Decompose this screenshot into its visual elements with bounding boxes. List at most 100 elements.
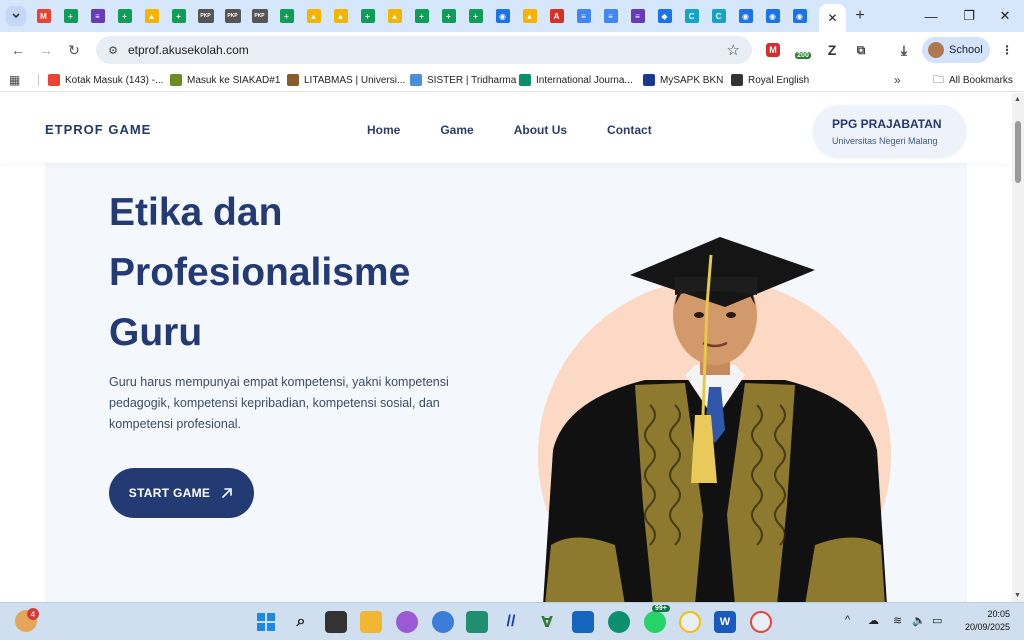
tab-16[interactable]: +: [462, 4, 489, 28]
ppg-badge[interactable]: PPG PRAJABATAN Universitas Negeri Malang: [813, 105, 966, 157]
page-scrollbar[interactable]: ▲ ▼: [1012, 93, 1024, 602]
scroll-up-icon[interactable]: ▲: [1014, 96, 1021, 103]
new-tab-button[interactable]: +: [851, 7, 869, 25]
bookmarks-overflow-icon[interactable]: »: [894, 72, 901, 88]
tab-drive-icon: ▲: [522, 9, 537, 23]
tab-25[interactable]: C: [705, 4, 732, 28]
store-icon[interactable]: [572, 611, 594, 633]
nav-link-game[interactable]: Game: [440, 123, 473, 137]
battery-icon[interactable]: ▭: [932, 614, 942, 627]
bookmark-item[interactable]: International Journa...: [519, 72, 633, 88]
bookmark-item[interactable]: LITABMAS | Universi...: [287, 72, 405, 88]
site-logo[interactable]: ETPROF GAME: [45, 122, 151, 137]
bookmark-item[interactable]: Kotak Masuk (143) -...: [48, 72, 163, 88]
web-page: ETPROF GAME Home Game About Us Contact P…: [0, 93, 1012, 602]
chrome-icon[interactable]: [679, 611, 701, 633]
all-bookmarks-button[interactable]: 🗀 All Bookmarks: [933, 72, 1013, 88]
bookmarks-divider: [38, 74, 39, 86]
bookmark-item[interactable]: Royal English: [731, 72, 809, 88]
tab-13[interactable]: ▲: [381, 4, 408, 28]
extensions-puzzle-icon[interactable]: ⧉: [852, 41, 870, 59]
tab-active[interactable]: ✕: [819, 4, 846, 32]
tab-5[interactable]: +: [165, 4, 192, 28]
bookmark-item[interactable]: SISTER | Tridharma: [410, 72, 516, 88]
task-view-icon[interactable]: [325, 611, 347, 633]
copilot-icon[interactable]: [396, 611, 418, 633]
close-window-button[interactable]: ✕: [986, 0, 1024, 32]
url-text[interactable]: etprof.akusekolah.com: [128, 43, 249, 57]
tab-6[interactable]: PKP: [192, 4, 219, 28]
tab-17[interactable]: ◉: [489, 4, 516, 28]
minimize-button[interactable]: —: [912, 0, 950, 32]
apps-grid-icon[interactable]: ▦: [9, 73, 20, 87]
globe-icon[interactable]: [432, 611, 454, 633]
tab-18[interactable]: ▲: [516, 4, 543, 28]
restore-button[interactable]: ❐: [950, 0, 988, 32]
tab-15[interactable]: +: [435, 4, 462, 28]
start-windows-icon[interactable]: [255, 611, 277, 633]
slash-app-icon[interactable]: //: [500, 611, 522, 633]
close-icon[interactable]: ✕: [827, 11, 837, 25]
tab-1[interactable]: +: [57, 4, 84, 28]
tab-14[interactable]: +: [408, 4, 435, 28]
file-explorer-icon[interactable]: [360, 611, 382, 633]
reload-button[interactable]: ↻: [65, 41, 83, 59]
chrome-icon[interactable]: [750, 611, 772, 633]
tab-3[interactable]: +: [111, 4, 138, 28]
profile-button[interactable]: School: [922, 37, 990, 63]
tab-19[interactable]: A: [543, 4, 570, 28]
tab-23[interactable]: ◆: [651, 4, 678, 28]
download-icon[interactable]: ⤓: [895, 41, 913, 59]
tab-20[interactable]: ≡: [570, 4, 597, 28]
tab-8[interactable]: PKP: [246, 4, 273, 28]
tab-28[interactable]: ◉: [786, 4, 813, 28]
bookmark-favicon-icon: [170, 74, 182, 86]
extension-badge-icon[interactable]: 200: [794, 41, 812, 59]
scroll-thumb[interactable]: [1015, 121, 1021, 183]
scroll-down-icon[interactable]: ▼: [1014, 592, 1021, 599]
whatsapp-icon[interactable]: 99+: [644, 605, 670, 633]
bookmark-item[interactable]: MySAPK BKN: [643, 72, 723, 88]
tab-22[interactable]: ≡: [624, 4, 651, 28]
tab-12[interactable]: +: [354, 4, 381, 28]
tab-11[interactable]: ▲: [327, 4, 354, 28]
tab-21[interactable]: ≡: [597, 4, 624, 28]
search-icon[interactable]: ⌕: [290, 611, 312, 633]
tab-24[interactable]: C: [678, 4, 705, 28]
tab-0[interactable]: M: [30, 4, 57, 28]
site-info-icon[interactable]: ⚙: [106, 43, 120, 57]
wifi-icon[interactable]: ≋: [893, 614, 902, 627]
nav-link-home[interactable]: Home: [367, 123, 400, 137]
address-bar[interactable]: ⚙ etprof.akusekolah.com ☆: [96, 36, 752, 64]
bookmark-item[interactable]: Masuk ke SIAKAD#1: [170, 72, 280, 88]
tab-4[interactable]: ▲: [138, 4, 165, 28]
start-game-button[interactable]: START GAME: [109, 468, 254, 518]
tab-10[interactable]: ▲: [300, 4, 327, 28]
volume-icon[interactable]: 🔈: [912, 614, 926, 627]
bookmark-star-icon[interactable]: ☆: [727, 41, 740, 59]
mendeley-app-icon[interactable]: Ɐ: [536, 611, 558, 633]
menu-kebab-icon[interactable]: ⋮: [998, 41, 1016, 59]
nav-link-contact[interactable]: Contact: [607, 123, 652, 137]
clock[interactable]: 20:05 20/09/2025: [958, 608, 1010, 634]
nav-link-about-us[interactable]: About Us: [514, 123, 567, 137]
hero-title-line: Etika dan: [109, 191, 283, 234]
tab-26[interactable]: ◉: [732, 4, 759, 28]
tab-2[interactable]: ≡: [84, 4, 111, 28]
tab-drive-icon: ▲: [306, 9, 321, 23]
forward-button[interactable]: →: [37, 41, 55, 59]
extension-mendeley-icon[interactable]: M: [766, 43, 780, 57]
edge-icon[interactable]: [608, 611, 630, 633]
tab-search-button[interactable]: [6, 6, 26, 26]
tab-27[interactable]: ◉: [759, 4, 786, 28]
tab-9[interactable]: +: [273, 4, 300, 28]
browser-tab-strip: M + ≡ + ▲ + PKP PKP PKP + ▲ ▲ + ▲ + + + ◉ ▲ A ≡ ≡ ≡ ◆ C C ◉ ◉ ◉ ✕ + …: [0, 0, 1024, 32]
extension-zotero-icon[interactable]: Z: [823, 41, 841, 59]
cloud-icon[interactable]: ☁: [868, 614, 879, 627]
bookmark-label: Masuk ke SIAKAD#1: [187, 74, 281, 86]
back-button[interactable]: ←: [9, 41, 27, 59]
chevron-up-icon[interactable]: ^: [845, 614, 850, 626]
tab-7[interactable]: PKP: [219, 4, 246, 28]
word-icon[interactable]: W: [714, 611, 736, 633]
network-app-icon[interactable]: [466, 611, 488, 633]
